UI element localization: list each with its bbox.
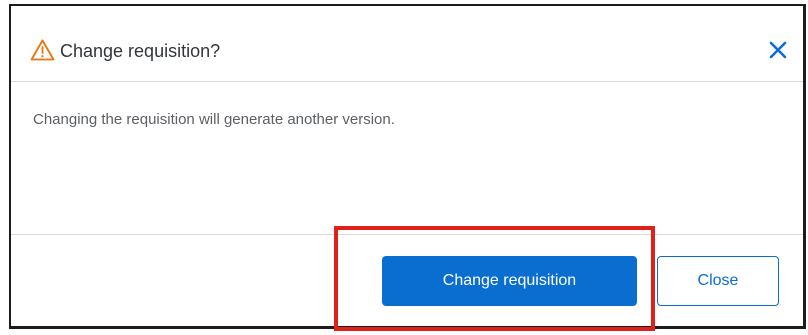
- change-requisition-button[interactable]: Change requisition: [382, 256, 637, 306]
- close-button[interactable]: Close: [657, 256, 779, 306]
- warning-icon: [30, 39, 55, 61]
- dialog-footer: Change requisition Close: [11, 234, 803, 328]
- dialog-header: Change requisition?: [11, 6, 803, 82]
- close-icon[interactable]: [766, 38, 790, 62]
- change-requisition-dialog: Change requisition? Changing the requisi…: [9, 4, 806, 329]
- dialog-message: Changing the requisition will generate a…: [33, 111, 395, 128]
- dialog-title: Change requisition?: [60, 41, 221, 61]
